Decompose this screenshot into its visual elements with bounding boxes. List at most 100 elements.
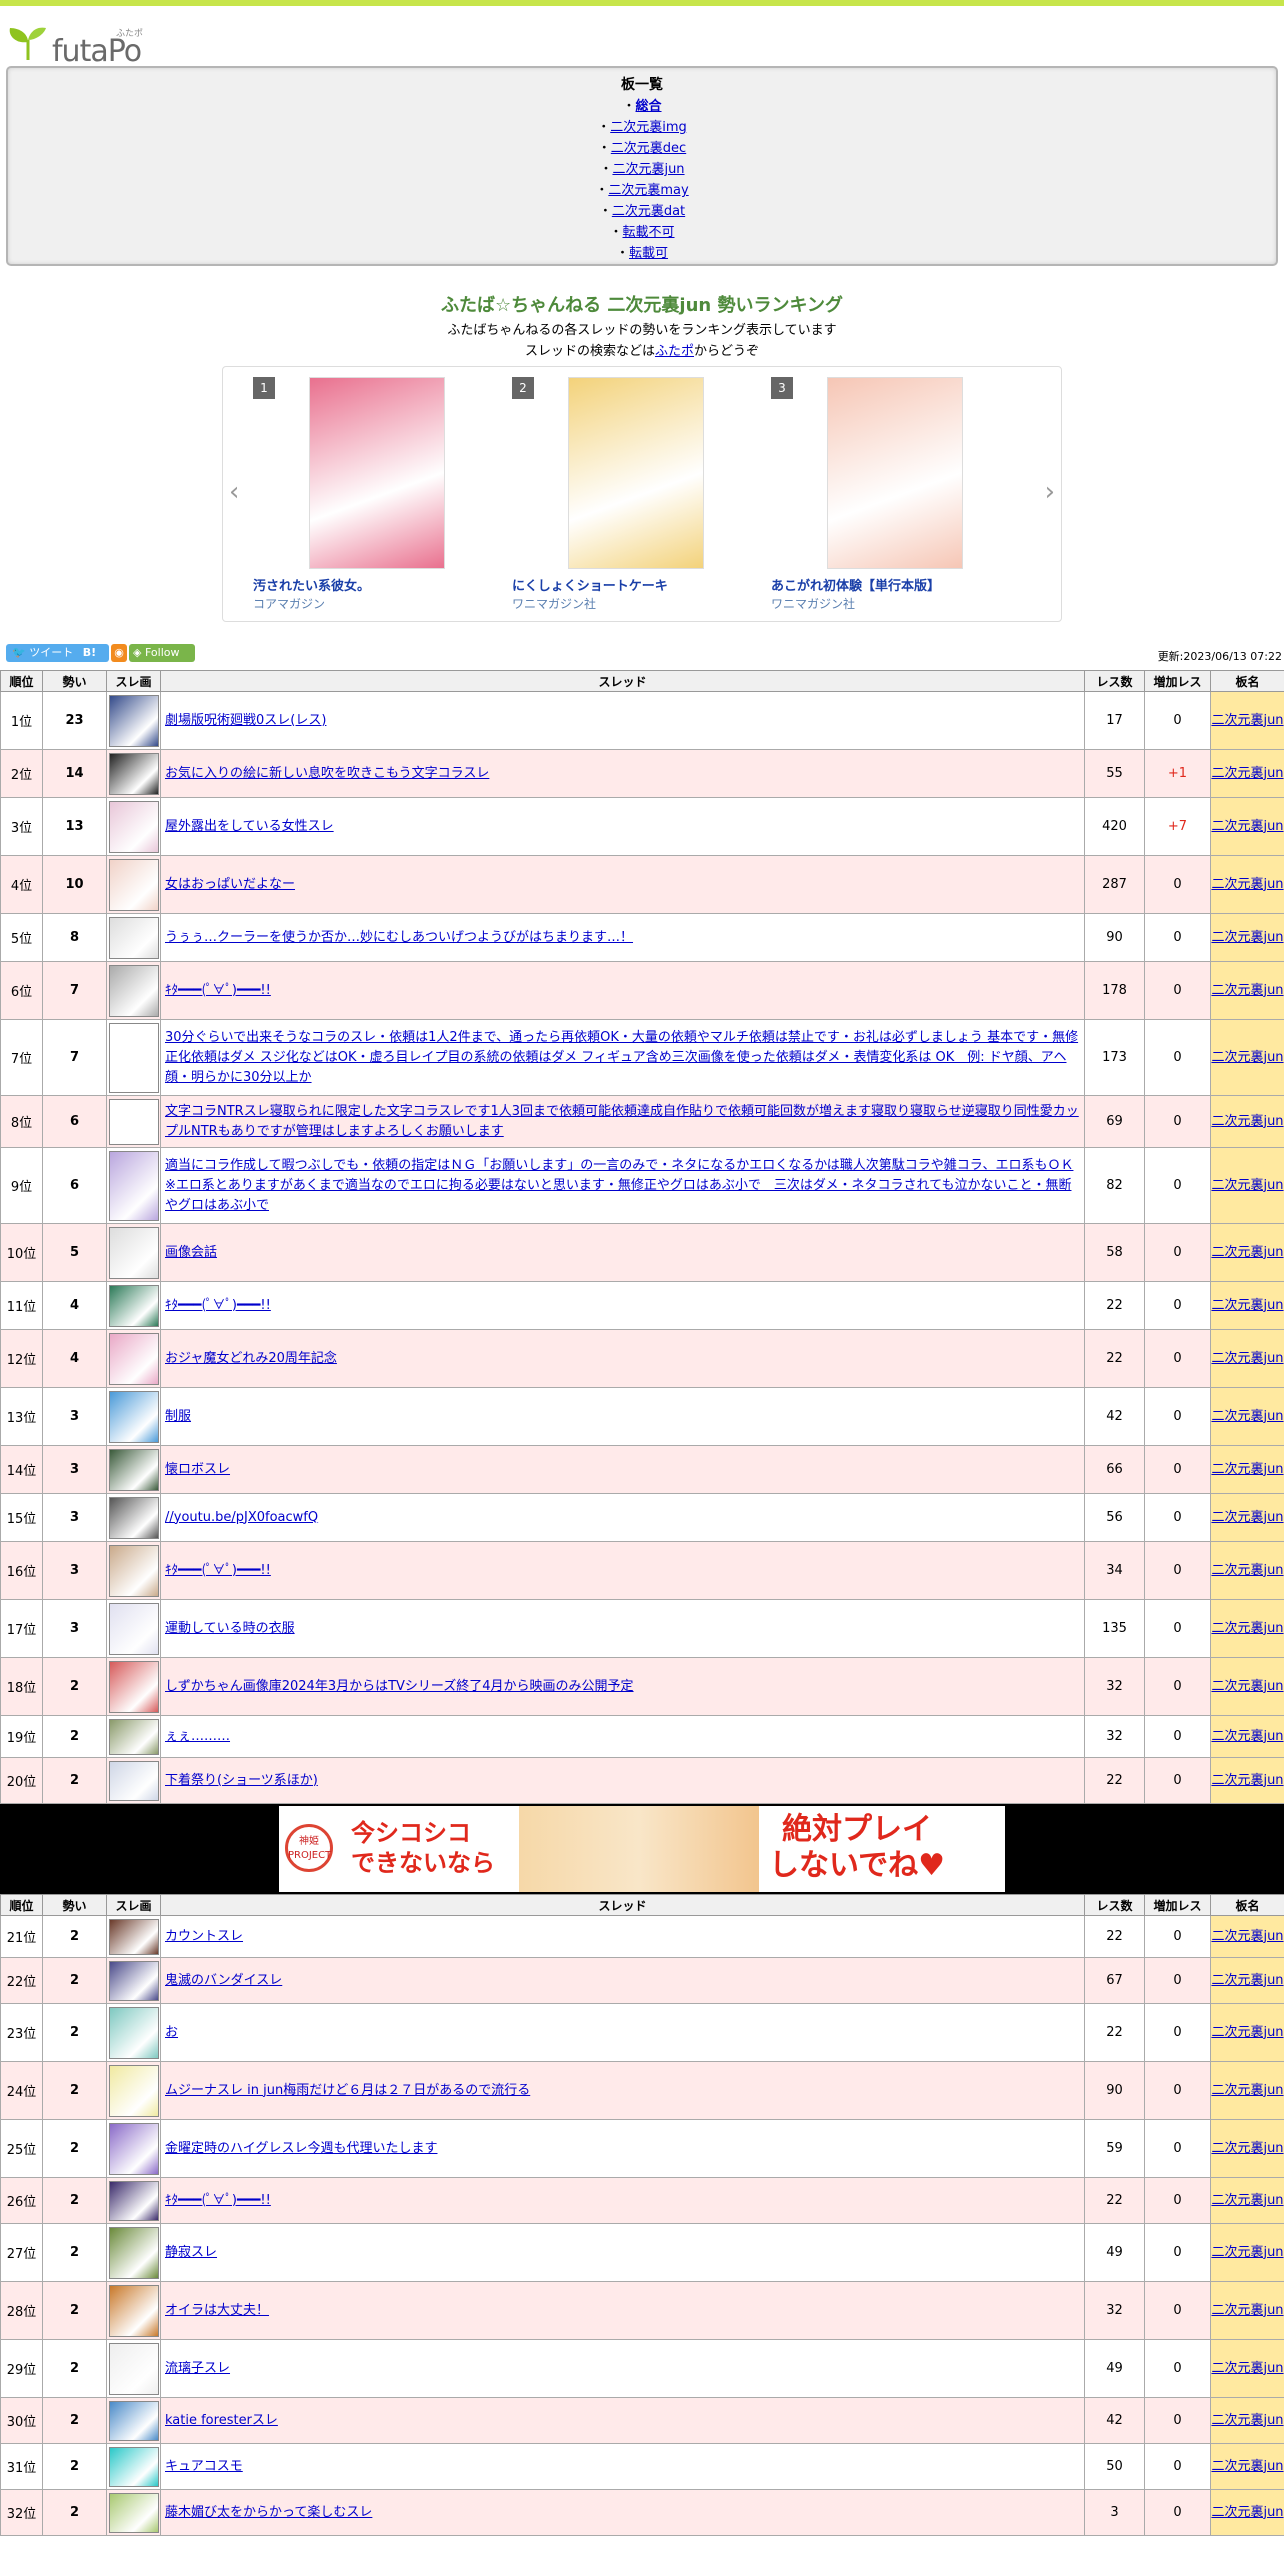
book-title[interactable]: 汚されたい系彼女。 [253,575,370,594]
thread-thumbnail[interactable] [106,855,161,914]
thumbnail-image[interactable] [109,1390,159,1443]
board-name-link[interactable]: 二次元裏jun [1211,2025,1283,2040]
thumbnail-image[interactable] [109,2226,159,2279]
thumbnail-image[interactable] [109,1448,159,1491]
thumbnail-image[interactable] [109,858,159,911]
tweet-button[interactable]: 🐦 ツイート B! [6,644,109,662]
thread-thumbnail[interactable] [106,2223,161,2282]
thread-link[interactable]: ｷﾀ━━━(ﾟ∀ﾟ)━━━!! [165,2193,271,2208]
thread-thumbnail[interactable] [106,2443,161,2490]
board-link[interactable]: 二次元裏dec [611,141,686,156]
board-name-link[interactable]: 二次元裏jun [1211,1773,1283,1788]
thread-link[interactable]: 藤木媚び太をからかって楽しむスレ [165,2505,372,2520]
board-name-link[interactable]: 二次元裏jun [1211,930,1283,945]
thread-thumbnail[interactable] [106,1445,161,1494]
book-title[interactable]: あこがれ初体験【単行本版】 [771,575,940,594]
thread-link[interactable]: ぇぇ……… [165,1729,230,1744]
thumbnail-image[interactable] [109,1918,159,1955]
thread-thumbnail[interactable] [106,1387,161,1446]
thread-thumbnail[interactable] [106,691,161,750]
futapo-link[interactable]: ふたポ [655,344,694,359]
thumbnail-image[interactable] [109,694,159,747]
thread-link[interactable]: 下着祭り(ショーツ系ほか) [165,1773,318,1788]
book-cover-image[interactable] [827,377,963,569]
thumbnail-image[interactable] [109,2446,159,2487]
board-name-link[interactable]: 二次元裏jun [1211,2141,1283,2156]
thumbnail-image[interactable] [109,1544,159,1597]
thread-thumbnail[interactable] [106,1657,161,1716]
thread-link[interactable]: 画像会話 [165,1245,217,1260]
board-link[interactable]: 二次元裏may [608,183,688,198]
book-card[interactable]: 1 汚されたい系彼女。 コアマガジン [253,377,493,617]
thread-link[interactable]: 文字コラNTRスレ寝取られに限定した文字コラスレです1人3回まで依頼可能依頼達成… [165,1104,1079,1139]
thread-thumbnail[interactable] [106,1147,161,1224]
thread-link[interactable]: 30分ぐらいで出来そうなコラのスレ・依頼は1人2件まで、通ったら再依頼OK・大量… [165,1030,1078,1085]
thread-thumbnail[interactable] [106,1757,161,1804]
feedly-follow-button[interactable]: ◈ Follow [129,644,195,662]
board-name-link[interactable]: 二次元裏jun [1211,1679,1283,1694]
thread-link[interactable]: うぅぅ…クーラーを使うか否か…妙にむしあついげつようびがはちまります…！ [165,930,633,945]
thread-thumbnail[interactable] [106,1599,161,1658]
board-name-link[interactable]: 二次元裏jun [1211,1409,1283,1424]
thread-link[interactable]: オイラは大丈夫！ [165,2303,269,2318]
thread-thumbnail[interactable] [106,2177,161,2224]
board-name-link[interactable]: 二次元裏jun [1211,1245,1283,1260]
carousel-next-icon[interactable]: › [1045,477,1055,507]
thumbnail-image[interactable] [109,2492,159,2533]
ad-image[interactable]: 神姫 PROJECT 今シコシコ できないなら 絶対プレイ しないでね♥ [279,1806,1005,1892]
board-link[interactable]: 総合 [636,99,662,114]
book-cover-image[interactable] [309,377,445,569]
thread-link[interactable]: ｷﾀ━━━(ﾟ∀ﾟ)━━━!! [165,1298,271,1313]
board-name-link[interactable]: 二次元裏jun [1211,1178,1283,1193]
rss-icon[interactable]: ◉ [111,644,127,662]
thread-link[interactable]: 制服 [165,1409,191,1424]
thread-link[interactable]: 懐ロボスレ [165,1462,230,1477]
thread-link[interactable]: //youtu.be/pJX0foacwfQ [165,1510,318,1525]
thumbnail-image[interactable] [109,2180,159,2221]
thread-link[interactable]: 女はおっぱいだよなー [165,877,295,892]
thread-link[interactable]: ｷﾀ━━━(ﾟ∀ﾟ)━━━!! [165,1563,271,1578]
thread-link[interactable]: 静寂スレ [165,2245,217,2260]
ad-banner[interactable]: 神姫 PROJECT 今シコシコ できないなら 絶対プレイ しないでね♥ [0,1804,1284,1894]
thumbnail-image[interactable] [109,1660,159,1713]
thread-thumbnail[interactable] [106,1329,161,1388]
board-name-link[interactable]: 二次元裏jun [1211,1114,1283,1129]
board-name-link[interactable]: 二次元裏jun [1211,2193,1283,2208]
board-name-link[interactable]: 二次元裏jun [1211,2459,1283,2474]
site-logo[interactable]: futaPo ふたポ [6,20,146,70]
thread-thumbnail[interactable] [106,2119,161,2178]
thumbnail-image[interactable] [109,1332,159,1385]
thumbnail-image[interactable] [109,2122,159,2175]
thread-link[interactable]: 劇場版呪術廻戦0スレ(レス) [165,713,326,728]
board-name-link[interactable]: 二次元裏jun [1211,1973,1283,1988]
thread-thumbnail[interactable] [106,2339,161,2398]
thumbnail-image[interactable] [109,1022,159,1093]
thread-thumbnail[interactable] [106,1957,161,2004]
board-link[interactable]: 転載不可 [623,225,675,240]
board-name-link[interactable]: 二次元裏jun [1211,1929,1283,1944]
board-name-link[interactable]: 二次元裏jun [1211,983,1283,998]
thread-link[interactable]: 屋外露出をしている女性スレ [165,819,334,834]
thread-thumbnail[interactable] [106,1715,161,1758]
book-cover-image[interactable] [568,377,704,569]
thread-thumbnail[interactable] [106,2061,161,2120]
thread-link[interactable]: 鬼滅のバンダイスレ [165,1973,282,1988]
board-name-link[interactable]: 二次元裏jun [1211,2413,1283,2428]
thumbnail-image[interactable] [109,1226,159,1279]
thumbnail-image[interactable] [109,2284,159,2337]
thumbnail-image[interactable] [109,1150,159,1221]
board-name-link[interactable]: 二次元裏jun [1211,2361,1283,2376]
hatena-bookmark-icon[interactable]: B! [83,646,96,659]
thread-link[interactable]: お気に入りの絵に新しい息吹を吹きこもう文字コラスレ [165,766,489,781]
board-name-link[interactable]: 二次元裏jun [1211,877,1283,892]
board-name-link[interactable]: 二次元裏jun [1211,1510,1283,1525]
board-name-link[interactable]: 二次元裏jun [1211,1621,1283,1636]
thumbnail-image[interactable] [109,2342,159,2395]
thumbnail-image[interactable] [109,1496,159,1539]
thread-link[interactable]: カウントスレ [165,1929,243,1944]
thread-thumbnail[interactable] [106,1223,161,1282]
thread-thumbnail[interactable] [106,1493,161,1542]
thread-link[interactable]: キュアコスモ [165,2459,243,2474]
thread-thumbnail[interactable] [106,1915,161,1958]
thread-thumbnail[interactable] [106,2397,161,2444]
